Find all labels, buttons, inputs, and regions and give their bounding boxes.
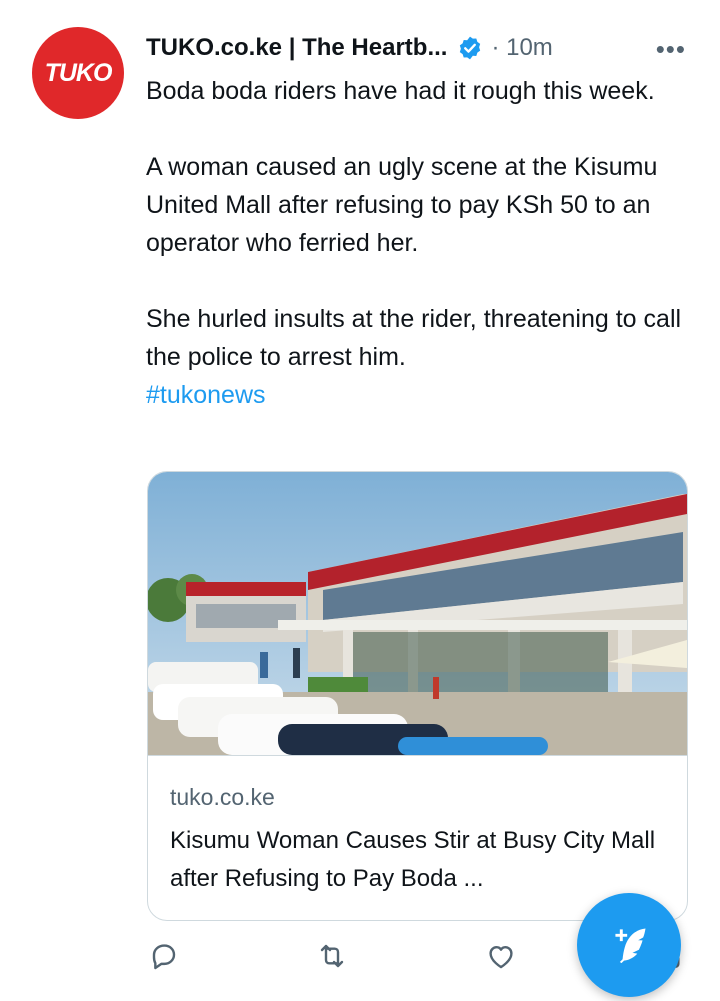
author-name[interactable]: TUKO.co.ke | The Heartb...	[146, 34, 447, 62]
card-title: Kisumu Woman Causes Stir at Busy City Ma…	[170, 827, 656, 892]
avatar[interactable]: TUKO	[32, 27, 124, 119]
card-domain: tuko.co.ke	[170, 784, 275, 810]
compose-tweet-icon	[615, 928, 646, 964]
tweet-header: TUKO.co.ke | The Heartb... · 10m •••	[146, 30, 692, 66]
hashtag-link[interactable]: #tukonews	[146, 376, 691, 414]
tweet-paragraph: A woman caused an ugly scene at the Kisu…	[146, 153, 658, 257]
card-image	[148, 472, 687, 755]
tweet-paragraph: Boda boda riders have had it rough this …	[146, 77, 655, 105]
reply-icon[interactable]	[148, 940, 180, 972]
tweet-paragraph: She hurled insults at the rider, threate…	[146, 305, 682, 371]
tweet-text: Boda boda riders have had it rough this …	[146, 72, 691, 414]
compose-tweet-button[interactable]	[577, 893, 681, 997]
tweet-timestamp[interactable]: · 10m	[491, 34, 552, 62]
retweet-icon[interactable]	[316, 940, 348, 972]
verified-badge-icon	[460, 36, 481, 60]
like-icon[interactable]	[485, 940, 517, 972]
more-options-icon[interactable]: •••	[656, 34, 686, 65]
avatar-logo-text: TUKO	[44, 58, 113, 87]
link-preview-card[interactable]: tuko.co.ke Kisumu Woman Causes Stir at B…	[147, 471, 688, 921]
